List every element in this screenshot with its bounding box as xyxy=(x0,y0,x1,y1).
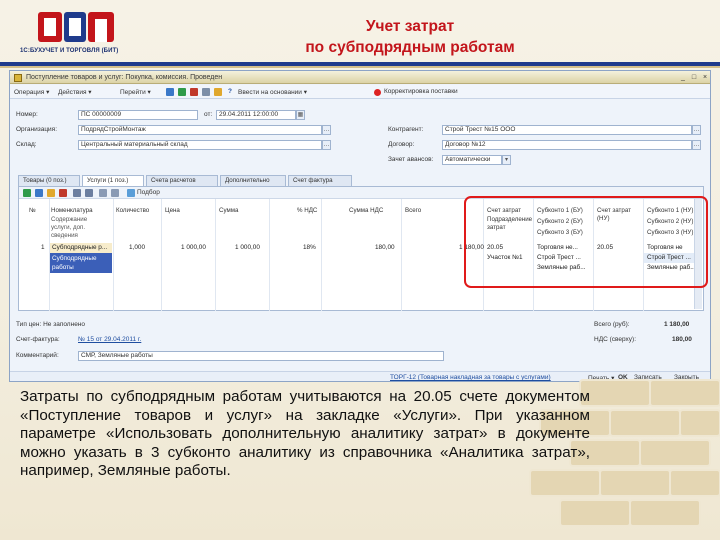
status-dot-icon xyxy=(374,89,381,96)
total-value: 1 180,00 xyxy=(664,321,690,328)
row-vat-rate[interactable]: 18% xyxy=(303,243,316,252)
goto-menu[interactable]: Перейти ▾ xyxy=(120,88,151,96)
row-price[interactable]: 1 000,00 xyxy=(181,243,206,252)
select-icon[interactable] xyxy=(127,189,135,197)
company-logo: 1С:БУХУЧЕТ И ТОРГОВЛЯ (БИТ) xyxy=(20,10,140,60)
counterparty-label: Контрагент: xyxy=(388,126,424,133)
total-label: Всего (руб): xyxy=(594,321,630,328)
close-button[interactable]: × xyxy=(700,73,710,82)
contract-select-button[interactable]: … xyxy=(692,140,701,150)
col-header-price[interactable]: Цена xyxy=(165,207,180,215)
organization-label: Организация: xyxy=(16,126,58,133)
save-icon[interactable] xyxy=(166,88,174,96)
advance-dropdown-button[interactable]: ▾ xyxy=(502,155,511,165)
minimize-button[interactable]: _ xyxy=(678,73,688,82)
col-header-content[interactable]: Содержание услуги, доп. сведения xyxy=(51,216,109,240)
col-header-quantity[interactable]: Количество xyxy=(116,207,149,215)
invoice-link[interactable]: № 15 от 29.04.2011 г. xyxy=(78,336,141,343)
col-header-vat-sum[interactable]: Сумма НДС xyxy=(349,207,383,215)
price-type-link[interactable]: Тип цен: Не заполнено xyxy=(16,321,85,328)
tab-goods[interactable]: Товары (0 поз.) xyxy=(18,175,80,186)
operation-menu[interactable]: Операция ▾ xyxy=(14,88,49,96)
document-icon xyxy=(14,74,22,82)
move-up-icon[interactable] xyxy=(73,189,81,197)
tab-services[interactable]: Услуги (1 поз.) xyxy=(82,175,144,186)
row-content[interactable]: Субподрядные работы xyxy=(52,254,108,272)
move-down-icon[interactable] xyxy=(85,189,93,197)
tab-accounts[interactable]: Счета расчетов xyxy=(146,175,218,186)
logo-caption: 1С:БУХУЧЕТ И ТОРГОВЛЯ (БИТ) xyxy=(20,48,119,54)
unpost-icon[interactable] xyxy=(190,88,198,96)
date-label: от: xyxy=(204,111,213,118)
grid-divider xyxy=(401,199,402,311)
post-icon[interactable] xyxy=(178,88,186,96)
col-header-nomenclature[interactable]: Номенклатура xyxy=(51,207,93,215)
slide-description: Затраты по субподрядным работам учитываю… xyxy=(20,388,590,479)
maximize-button[interactable]: □ xyxy=(689,73,699,82)
grid-divider xyxy=(113,199,114,311)
contract-label: Договор: xyxy=(388,141,415,148)
grid-divider xyxy=(321,199,322,311)
slide-title-line2: по субподрядным работам xyxy=(305,39,515,56)
create-based-on-menu[interactable]: Ввести на основании ▾ xyxy=(238,88,307,96)
report-icon[interactable] xyxy=(214,88,222,96)
organization-select-button[interactable]: … xyxy=(322,125,331,135)
copy-row-icon[interactable] xyxy=(35,189,43,197)
counterparty-select-button[interactable]: … xyxy=(692,125,701,135)
window-titlebar[interactable]: Поступление товаров и услуг: Покупка, ко… xyxy=(10,71,710,84)
actions-menu[interactable]: Действия ▾ xyxy=(58,88,92,96)
contract-field[interactable]: Договор №12 xyxy=(442,140,692,150)
structure-icon[interactable] xyxy=(202,88,210,96)
slide-title: Учет затрат по субподрядным работам xyxy=(230,16,590,58)
advance-label: Зачет авансов: xyxy=(388,156,434,163)
calendar-button[interactable]: ▦ xyxy=(296,110,305,120)
grid-divider xyxy=(161,199,162,311)
row-vat-sum[interactable]: 180,00 xyxy=(375,243,395,252)
row-quantity[interactable]: 1,000 xyxy=(129,243,145,252)
grid-divider xyxy=(269,199,270,311)
col-header-sum[interactable]: Сумма xyxy=(219,207,238,215)
row-sum[interactable]: 1 000,00 xyxy=(235,243,260,252)
invoice-label: Счет-фактура: xyxy=(16,336,60,343)
warehouse-field[interactable]: Центральный материальный склад xyxy=(78,140,322,150)
grid-divider xyxy=(215,199,216,311)
tab-additional[interactable]: Дополнительно xyxy=(220,175,286,186)
number-field[interactable]: ПС 00000009 xyxy=(78,110,198,120)
adjust-delivery-link[interactable]: Корректировка поставки xyxy=(384,88,458,95)
sort-asc-icon[interactable] xyxy=(99,189,107,197)
warehouse-label: Склад: xyxy=(16,141,37,148)
vat-label: НДС (сверху): xyxy=(594,336,637,343)
warehouse-select-button[interactable]: … xyxy=(322,140,331,150)
date-field[interactable]: 29.04.2011 12:00:00 xyxy=(216,110,296,120)
counterparty-field[interactable]: Строй Трест №15 ООО xyxy=(442,125,692,135)
sort-desc-icon[interactable] xyxy=(111,189,119,197)
organization-field[interactable]: ПодрядСтройМонтаж xyxy=(78,125,322,135)
advance-field[interactable]: Автоматически xyxy=(442,155,502,165)
select-button[interactable]: Подбор xyxy=(137,189,160,196)
col-header-vat-rate[interactable]: % НДС xyxy=(297,207,317,215)
window-title: Поступление товаров и услуг: Покупка, ко… xyxy=(26,74,223,81)
highlight-frame xyxy=(464,196,708,288)
add-row-icon[interactable] xyxy=(23,189,31,197)
edit-row-icon[interactable] xyxy=(47,189,55,197)
col-header-total[interactable]: Всего xyxy=(405,207,421,215)
delete-row-icon[interactable] xyxy=(59,189,67,197)
comment-field[interactable]: СМР, Земляные работы xyxy=(78,351,444,361)
number-label: Номер: xyxy=(16,111,38,118)
row-nomenclature[interactable]: Субподрядные р... xyxy=(52,243,107,252)
vat-value: 180,00 xyxy=(672,336,692,343)
bit-logo-mark xyxy=(38,12,114,42)
comment-label: Комментарий: xyxy=(16,352,59,359)
header-divider-accent xyxy=(0,66,720,68)
document-toolbar: Операция ▾ Действия ▾ Перейти ▾ ? Ввести… xyxy=(10,85,710,99)
help-button[interactable]: ? xyxy=(228,88,232,95)
tab-invoice[interactable]: Счет фактура xyxy=(288,175,352,186)
row-num: 1 xyxy=(41,244,45,251)
col-header-num[interactable]: № xyxy=(29,207,36,215)
slide-title-line1: Учет затрат xyxy=(365,18,455,35)
